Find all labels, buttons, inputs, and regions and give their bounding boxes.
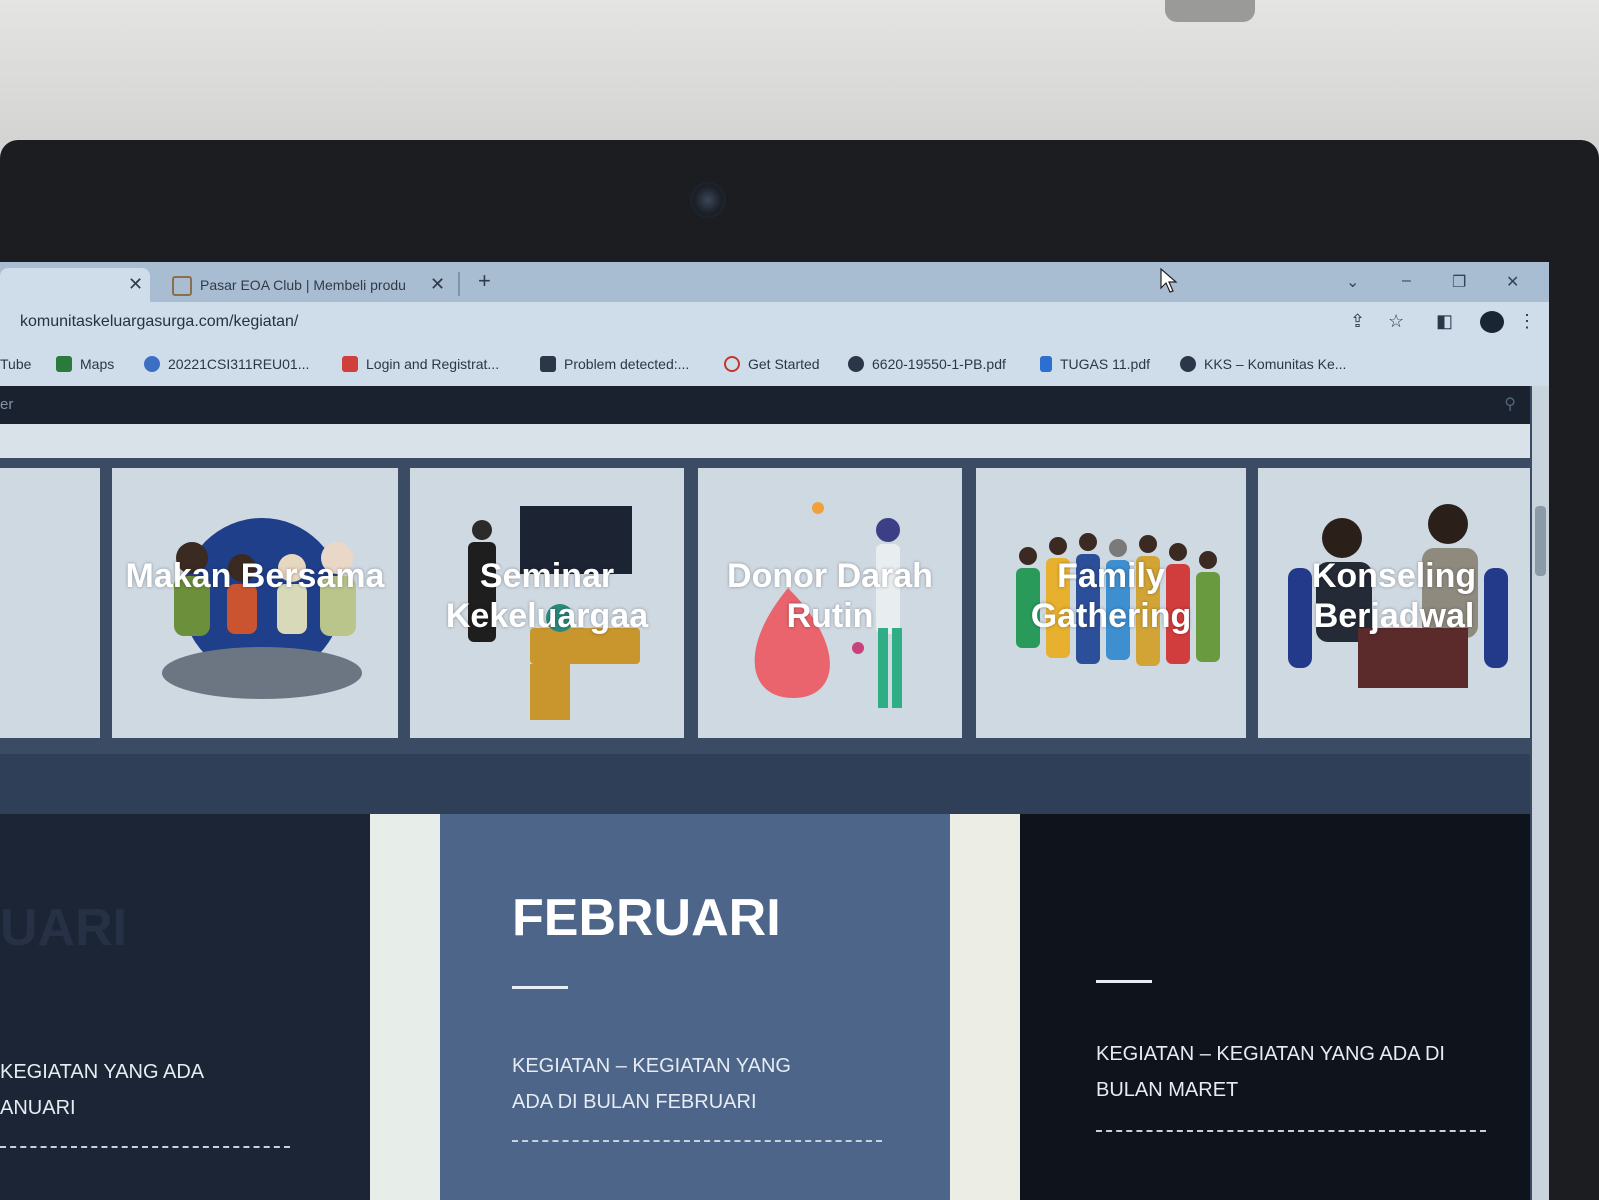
activity-card-seminar[interactable]: Seminar Kekeluargaa xyxy=(410,468,684,738)
title-underline xyxy=(512,986,568,989)
bookmark-star-icon[interactable]: ☆ xyxy=(1388,311,1404,332)
card-title: Seminar Kekeluargaa xyxy=(445,557,649,635)
address-bar: komunitaskeluargasurga.com/kegiatan/ ⇪ ☆… xyxy=(0,302,1549,342)
background-wall xyxy=(0,0,1599,150)
bookmark-label: 20221CSI311REU01... xyxy=(168,356,310,372)
bookmark-label: Get Started xyxy=(748,356,820,372)
crown-icon xyxy=(172,276,192,296)
site-header-bar: er ⚲ xyxy=(0,386,1530,424)
tab-pasar-eoa[interactable]: Pasar EOA Club | Membeli produ ✕ xyxy=(160,268,460,302)
bookmark-label: Problem detected:... xyxy=(564,356,690,372)
close-window-button[interactable]: ✕ xyxy=(1506,272,1519,292)
dashed-divider xyxy=(0,1146,290,1148)
site-header-text: er xyxy=(0,396,14,413)
close-tab-icon[interactable]: ✕ xyxy=(128,274,143,295)
url-field[interactable]: komunitaskeluargasurga.com/kegiatan/ xyxy=(20,313,298,331)
video-icon xyxy=(540,356,556,372)
panel-gap xyxy=(370,814,440,1200)
close-tab-icon[interactable]: ✕ xyxy=(430,274,445,295)
card-title: Konseling Berjadwal xyxy=(1311,557,1477,635)
side-panel-icon[interactable]: ◧ xyxy=(1436,311,1453,332)
mouse-cursor-icon xyxy=(1160,268,1178,293)
scrollbar-track[interactable] xyxy=(1532,386,1549,1200)
title-underline xyxy=(1096,980,1152,983)
dashed-divider xyxy=(1096,1130,1486,1132)
months-section: UARI KEGIATAN YANG ADA ANUARI FEBRUARI K… xyxy=(0,754,1530,1200)
bookmark-kks[interactable]: KKS – Komunitas Ke... xyxy=(1180,356,1346,372)
minimize-button[interactable]: – xyxy=(1402,272,1411,290)
month-desc-line1: KEGIATAN – KEGIATAN YANG ADA DI xyxy=(1096,1043,1445,1065)
tab-strip: ✕ Pasar EOA Club | Membeli produ ✕ + ⌄ –… xyxy=(0,262,1549,302)
month-desc-line1: KEGIATAN – KEGIATAN YANG xyxy=(512,1055,791,1077)
month-title: UARI xyxy=(0,899,128,957)
panel-gap xyxy=(950,814,1020,1200)
new-tab-button[interactable]: + xyxy=(478,268,491,294)
card-title: Donor Darah Rutin xyxy=(727,557,933,635)
file-icon xyxy=(1040,356,1052,372)
classroom-icon xyxy=(144,356,160,372)
card-title: Makan Bersama xyxy=(125,557,385,595)
month-desc-line2: BULAN MARET xyxy=(1096,1079,1239,1101)
search-icon[interactable]: ⚲ xyxy=(1504,394,1516,414)
dinner-illustration xyxy=(162,518,362,699)
dashed-divider xyxy=(512,1140,882,1142)
bookmark-label: Tube xyxy=(0,356,32,372)
activity-card-makan-bersama[interactable]: Makan Bersama xyxy=(112,468,398,738)
month-panel-januari[interactable]: UARI KEGIATAN YANG ADA ANUARI xyxy=(0,814,370,1200)
header-divider xyxy=(0,424,1530,458)
activity-card-donor-darah[interactable]: Donor Darah Rutin xyxy=(698,468,962,738)
bookmark-label: TUGAS 11.pdf xyxy=(1060,356,1151,372)
activity-card-konseling[interactable]: Konseling Berjadwal xyxy=(1258,468,1530,738)
activity-cards-row: Makan Bersama Seminar Kekeluargaa Donor … xyxy=(0,458,1530,754)
card-title: Family Gathering xyxy=(1030,557,1192,635)
bookmark-label: KKS – Komunitas Ke... xyxy=(1204,356,1347,372)
bookmarks-bar: Tube Maps 20221CSI311REU01... Login and … xyxy=(0,342,1549,386)
bookmark-tugas-11[interactable]: TUGAS 11.pdf xyxy=(1040,356,1150,372)
month-desc-line1: KEGIATAN YANG ADA xyxy=(0,1061,205,1083)
tab-label: Pasar EOA Club | Membeli produ xyxy=(200,277,406,293)
bookmark-problem-detected[interactable]: Problem detected:... xyxy=(540,356,689,372)
share-icon[interactable]: ⇪ xyxy=(1350,311,1365,332)
bookmark-get-started[interactable]: Get Started xyxy=(724,356,820,372)
maps-icon xyxy=(56,356,72,372)
activity-card-family-gathering[interactable]: Family Gathering xyxy=(976,468,1246,738)
login-icon xyxy=(342,356,358,372)
bookmark-maps[interactable]: Maps xyxy=(56,356,114,372)
bookmark-label: Maps xyxy=(80,356,115,372)
month-desc-line2: ADA DI BULAN FEBRUARI xyxy=(512,1091,757,1113)
activity-card-partial[interactable] xyxy=(0,468,100,738)
menu-kebab-icon[interactable]: ⋮ xyxy=(1518,311,1536,332)
bookmark-label: Login and Registrat... xyxy=(366,356,500,372)
globe-icon xyxy=(1180,356,1196,372)
swirl-icon xyxy=(724,356,740,372)
bookmark-pdf-6620[interactable]: 6620-19550-1-PB.pdf xyxy=(848,356,1006,372)
bookmark-youtube[interactable]: Tube xyxy=(0,356,31,372)
screen-clip xyxy=(1165,0,1255,22)
webcam-icon xyxy=(690,182,726,218)
month-desc-line2: ANUARI xyxy=(0,1097,76,1119)
restore-button[interactable]: ❐ xyxy=(1452,272,1466,292)
bookmark-label: 6620-19550-1-PB.pdf xyxy=(872,356,1006,372)
scrollbar-thumb[interactable] xyxy=(1535,506,1546,576)
month-title: FEBRUARI xyxy=(512,889,781,947)
bookmark-login[interactable]: Login and Registrat... xyxy=(342,356,499,372)
globe-icon xyxy=(848,356,864,372)
tab-divider xyxy=(458,272,460,296)
tab-search-dropdown-icon[interactable]: ⌄ xyxy=(1346,272,1359,292)
month-panel-maret[interactable]: KEGIATAN – KEGIATAN YANG ADA DI BULAN MA… xyxy=(1020,814,1530,1200)
browser-window: ✕ Pasar EOA Club | Membeli produ ✕ + ⌄ –… xyxy=(0,262,1549,1200)
month-panel-februari[interactable]: FEBRUARI KEGIATAN – KEGIATAN YANG ADA DI… xyxy=(440,814,950,1200)
tab-active[interactable]: ✕ xyxy=(0,268,150,302)
profile-avatar[interactable] xyxy=(1480,311,1504,333)
bookmark-classroom[interactable]: 20221CSI311REU01... xyxy=(144,356,309,372)
